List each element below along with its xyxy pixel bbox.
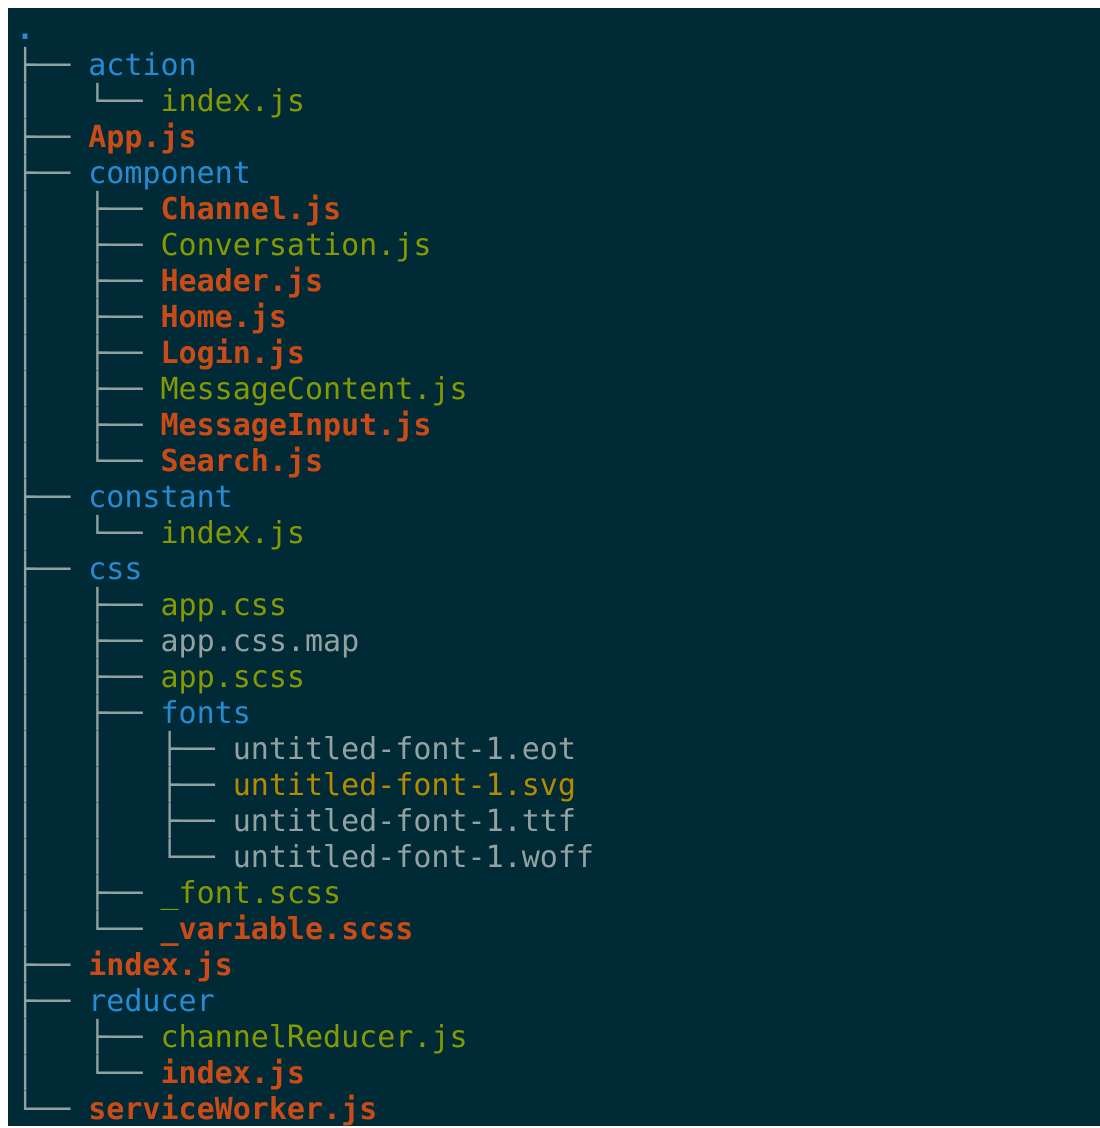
tree-branch-connector: │ │ ├── — [16, 804, 233, 839]
tree-branch-connector: ├── — [16, 984, 89, 1019]
file-name: MessageContent.js — [160, 372, 468, 407]
file-name: index.js — [160, 84, 306, 119]
tree-entry: │ ├── MessageInput.js — [16, 408, 1100, 444]
file-name: Channel.js — [160, 192, 342, 227]
tree-entry: │ ├── fonts — [16, 696, 1100, 732]
tree-entry: │ ├── Conversation.js — [16, 228, 1100, 264]
tree-entry: │ │ ├── untitled-font-1.eot — [16, 732, 1100, 768]
tree-entry: ├── App.js — [16, 120, 1100, 156]
tree-entry: ├── action — [16, 48, 1100, 84]
tree-branch-connector: │ ├── — [16, 1020, 161, 1055]
directory-name: reducer — [88, 984, 215, 1019]
file-name: _variable.scss — [160, 912, 414, 947]
tree-listing: ├── action │ └── index.js ├── App.js ├── co… — [16, 48, 1100, 1128]
tree-branch-connector: │ │ └── — [16, 840, 233, 875]
tree-entry: │ │ ├── untitled-font-1.ttf — [16, 804, 1100, 840]
tree-entry: │ ├── app.scss — [16, 660, 1100, 696]
tree-branch-connector: │ ├── — [16, 408, 161, 443]
tree-branch-connector: │ │ ├── — [16, 768, 233, 803]
file-name: Home.js — [160, 300, 287, 335]
file-name: MessageInput.js — [160, 408, 432, 443]
tree-entry: │ └── _variable.scss — [16, 912, 1100, 948]
tree-entry: ├── index.js — [16, 948, 1100, 984]
tree-branch-connector: │ ├── — [16, 336, 161, 371]
tree-branch-connector: │ ├── — [16, 660, 161, 695]
tree-entry: │ ├── Home.js — [16, 300, 1100, 336]
directory-name: fonts — [160, 696, 251, 731]
tree-branch-connector: │ ├── — [16, 588, 161, 623]
tree-entry: │ └── index.js — [16, 1056, 1100, 1092]
tree-entry: │ ├── channelReducer.js — [16, 1020, 1100, 1056]
file-name: app.css — [160, 588, 287, 623]
tree-entry: │ ├── Login.js — [16, 336, 1100, 372]
tree-root: . — [16, 12, 1100, 48]
tree-entry: ├── component — [16, 156, 1100, 192]
file-name: app.scss — [160, 660, 306, 695]
tree-branch-connector: │ ├── — [16, 300, 161, 335]
root-dot: . — [16, 12, 35, 47]
file-name: untitled-font-1.ttf — [232, 804, 576, 839]
directory-name: component — [88, 156, 251, 191]
tree-branch-connector: │ ├── — [16, 372, 161, 407]
tree-branch-connector: ├── — [16, 120, 89, 155]
tree-branch-connector: │ └── — [16, 84, 161, 119]
tree-entry: │ │ ├── untitled-font-1.svg — [16, 768, 1100, 804]
file-name: untitled-font-1.woff — [232, 840, 594, 875]
file-name: channelReducer.js — [160, 1020, 468, 1055]
tree-entry: └── serviceWorker.js — [16, 1092, 1100, 1128]
file-name: serviceWorker.js — [88, 1092, 378, 1127]
tree-entry: │ ├── Channel.js — [16, 192, 1100, 228]
tree-branch-connector: │ ├── — [16, 876, 161, 911]
file-name: Search.js — [160, 444, 324, 479]
tree-branch-connector: ├── — [16, 480, 89, 515]
tree-branch-connector: │ ├── — [16, 264, 161, 299]
tree-entry: │ ├── _font.scss — [16, 876, 1100, 912]
tree-branch-connector: │ └── — [16, 1056, 161, 1091]
tree-entry: ├── css — [16, 552, 1100, 588]
file-name: untitled-font-1.svg — [232, 768, 576, 803]
tree-branch-connector: ├── — [16, 156, 89, 191]
tree-entry: │ ├── app.css — [16, 588, 1100, 624]
tree-branch-connector: └── — [16, 1092, 89, 1127]
tree-branch-connector: │ └── — [16, 912, 161, 947]
tree-branch-connector: ├── — [16, 48, 89, 83]
tree-entry: │ └── index.js — [16, 84, 1100, 120]
tree-branch-connector: ├── — [16, 948, 89, 983]
tree-entry: ├── reducer — [16, 984, 1100, 1020]
tree-entry: │ ├── app.css.map — [16, 624, 1100, 660]
directory-name: constant — [88, 480, 233, 515]
tree-branch-connector: │ │ ├── — [16, 732, 233, 767]
file-name: app.css.map — [160, 624, 360, 659]
tree-branch-connector: │ └── — [16, 516, 161, 551]
file-name: untitled-font-1.eot — [232, 732, 576, 767]
tree-entry: │ ├── MessageContent.js — [16, 372, 1100, 408]
tree-entry: │ ├── Header.js — [16, 264, 1100, 300]
tree-branch-connector: │ ├── — [16, 192, 161, 227]
tree-branch-connector: │ ├── — [16, 624, 161, 659]
directory-name: css — [88, 552, 143, 587]
tree-entry: │ └── Search.js — [16, 444, 1100, 480]
tree-branch-connector: │ └── — [16, 444, 161, 479]
file-name: _font.scss — [160, 876, 342, 911]
file-name: index.js — [160, 516, 306, 551]
tree-branch-connector: │ ├── — [16, 696, 161, 731]
file-name: Conversation.js — [160, 228, 432, 263]
tree-entry: │ │ └── untitled-font-1.woff — [16, 840, 1100, 876]
tree-branch-connector: ├── — [16, 552, 89, 587]
file-name: App.js — [88, 120, 197, 155]
directory-name: action — [88, 48, 197, 83]
tree-entry: │ └── index.js — [16, 516, 1100, 552]
file-name: Header.js — [160, 264, 324, 299]
file-name: index.js — [88, 948, 233, 983]
tree-branch-connector: │ ├── — [16, 228, 161, 263]
file-name: index.js — [160, 1056, 306, 1091]
terminal-window: . ├── action │ └── index.js ├── App.js ├── … — [8, 8, 1100, 1128]
file-name: Login.js — [160, 336, 306, 371]
tree-entry: ├── constant — [16, 480, 1100, 516]
